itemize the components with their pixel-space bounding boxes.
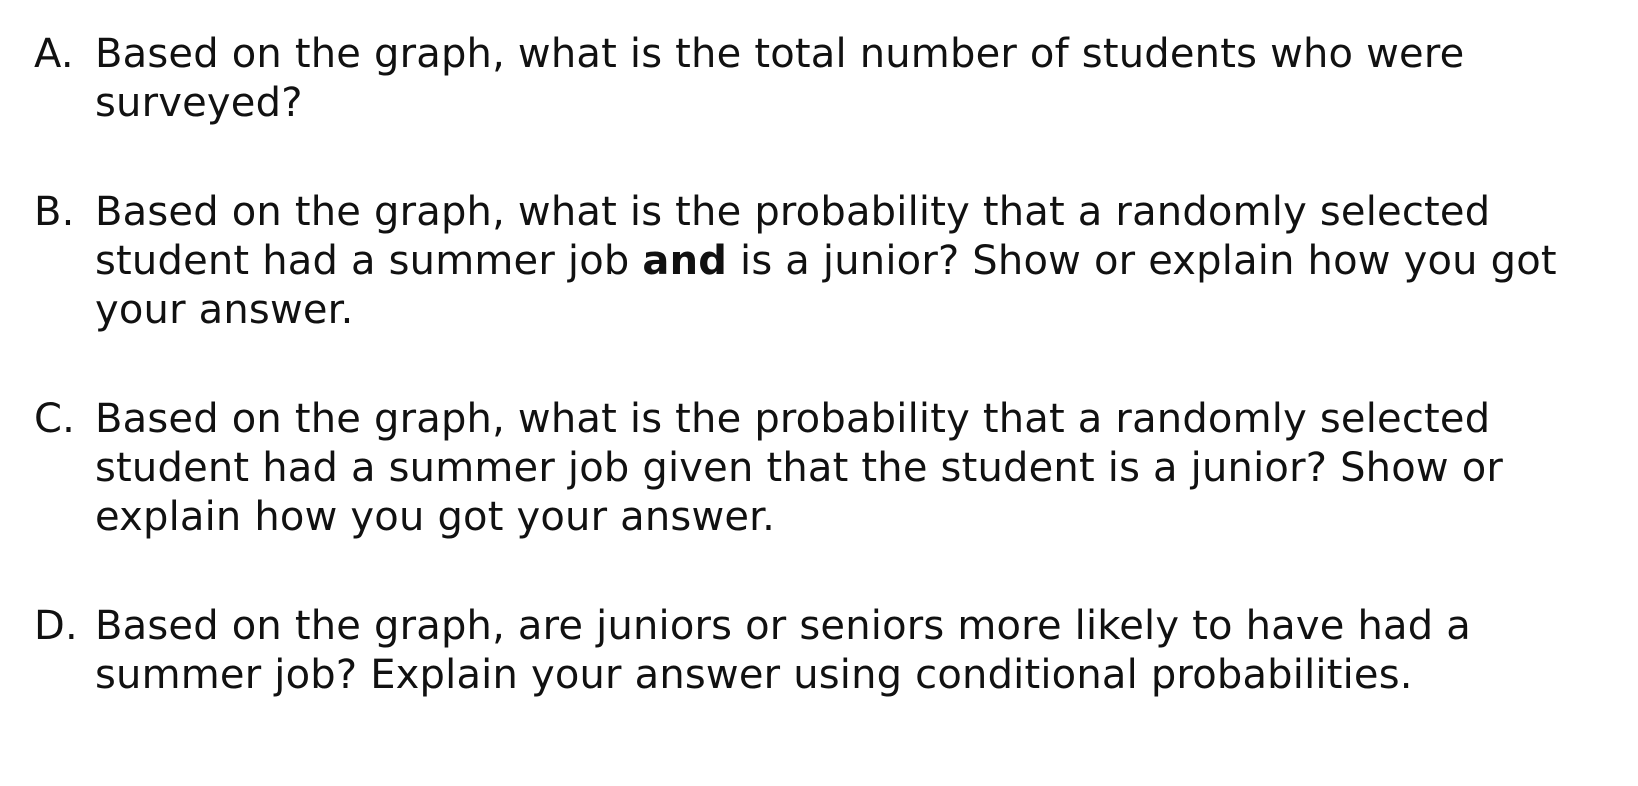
question-d: D. Based on the graph, are juniors or se… — [34, 602, 1604, 700]
question-text-part: Based on the graph, what is the total nu… — [95, 31, 1465, 126]
question-text: Based on the graph, what is the probabil… — [95, 395, 1604, 542]
question-text-part: Based on the graph, are juniors or senio… — [95, 603, 1471, 698]
question-text: Based on the graph, are juniors or senio… — [95, 602, 1604, 700]
question-list: A. Based on the graph, what is the total… — [34, 30, 1604, 700]
question-letter: B. — [34, 189, 75, 235]
question-a: A. Based on the graph, what is the total… — [34, 30, 1604, 128]
question-letter: A. — [34, 31, 74, 77]
question-bold-text: and — [642, 238, 728, 284]
question-c: C. Based on the graph, what is the proba… — [34, 395, 1604, 542]
question-text-part: Based on the graph, what is the probabil… — [95, 396, 1504, 540]
question-text: Based on the graph, what is the probabil… — [95, 188, 1604, 335]
question-b: B. Based on the graph, what is the proba… — [34, 188, 1604, 335]
question-text: Based on the graph, what is the total nu… — [95, 30, 1604, 128]
question-letter: C. — [34, 396, 76, 442]
question-letter: D. — [34, 603, 78, 649]
